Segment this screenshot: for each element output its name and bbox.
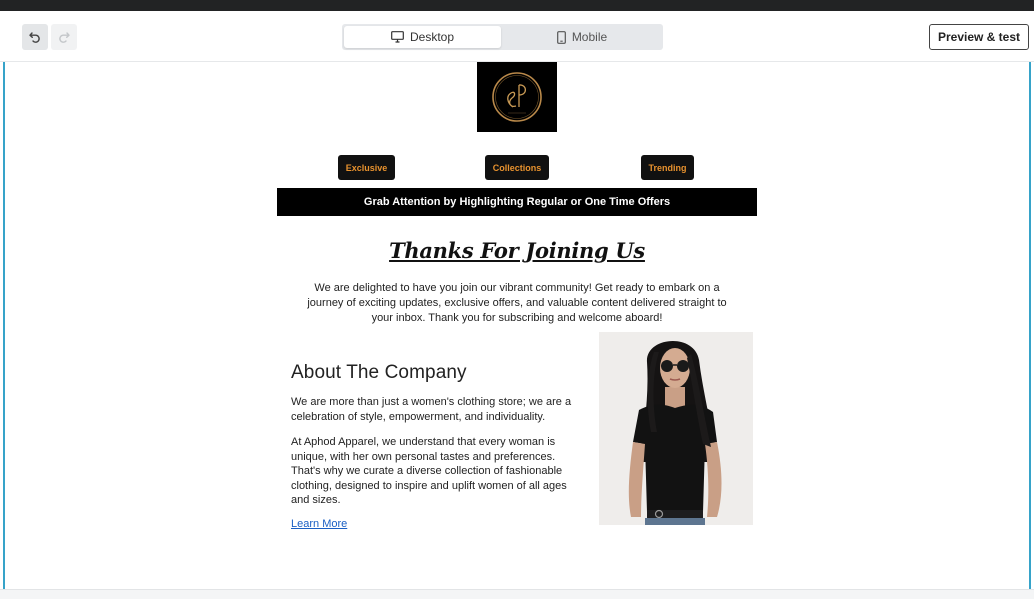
undo-icon <box>29 32 40 43</box>
redo-button[interactable] <box>51 24 77 50</box>
undo-button[interactable] <box>22 24 48 50</box>
canvas-bottom-bar <box>0 589 1034 599</box>
email-canvas <box>3 62 1031 590</box>
mobile-icon <box>556 30 566 44</box>
tab-desktop[interactable]: Desktop <box>344 26 501 48</box>
device-switcher: Desktop Mobile <box>342 24 663 50</box>
nav-trending-button[interactable]: Trending <box>641 155 694 180</box>
about-heading: About The Company <box>291 362 467 383</box>
offer-text: Grab Attention by Highlighting Regular o… <box>363 196 671 208</box>
about-paragraph-2: At Aphod Apparel, we understand that eve… <box>291 436 567 507</box>
tab-desktop-label: Desktop <box>409 30 455 44</box>
ampersand-p-logo <box>492 72 542 122</box>
offer-banner: Grab Attention by Highlighting Regular o… <box>277 188 757 216</box>
tab-mobile[interactable]: Mobile <box>503 26 661 48</box>
preview-and-test-button[interactable]: Preview & test <box>929 24 1029 50</box>
model-photo <box>599 332 753 525</box>
email-title: Thanks For Joining Us <box>389 238 645 263</box>
redo-icon <box>59 32 70 43</box>
brand-logo <box>477 62 557 132</box>
tab-mobile-label: Mobile <box>571 30 608 44</box>
desktop-icon <box>391 31 404 43</box>
nav-exclusive-button[interactable]: Exclusive <box>338 155 395 180</box>
learn-more-link[interactable]: Learn More <box>291 518 347 530</box>
editor-toolbar: Desktop Mobile Preview & test <box>0 11 1034 62</box>
intro-paragraph: We are delighted to have you join our vi… <box>307 282 727 324</box>
about-paragraph-1: We are more than just a women's clothing… <box>291 396 572 423</box>
app-top-strip <box>0 0 1034 11</box>
model-photo-illustration <box>599 332 753 525</box>
nav-collections-button[interactable]: Collections <box>485 155 549 180</box>
